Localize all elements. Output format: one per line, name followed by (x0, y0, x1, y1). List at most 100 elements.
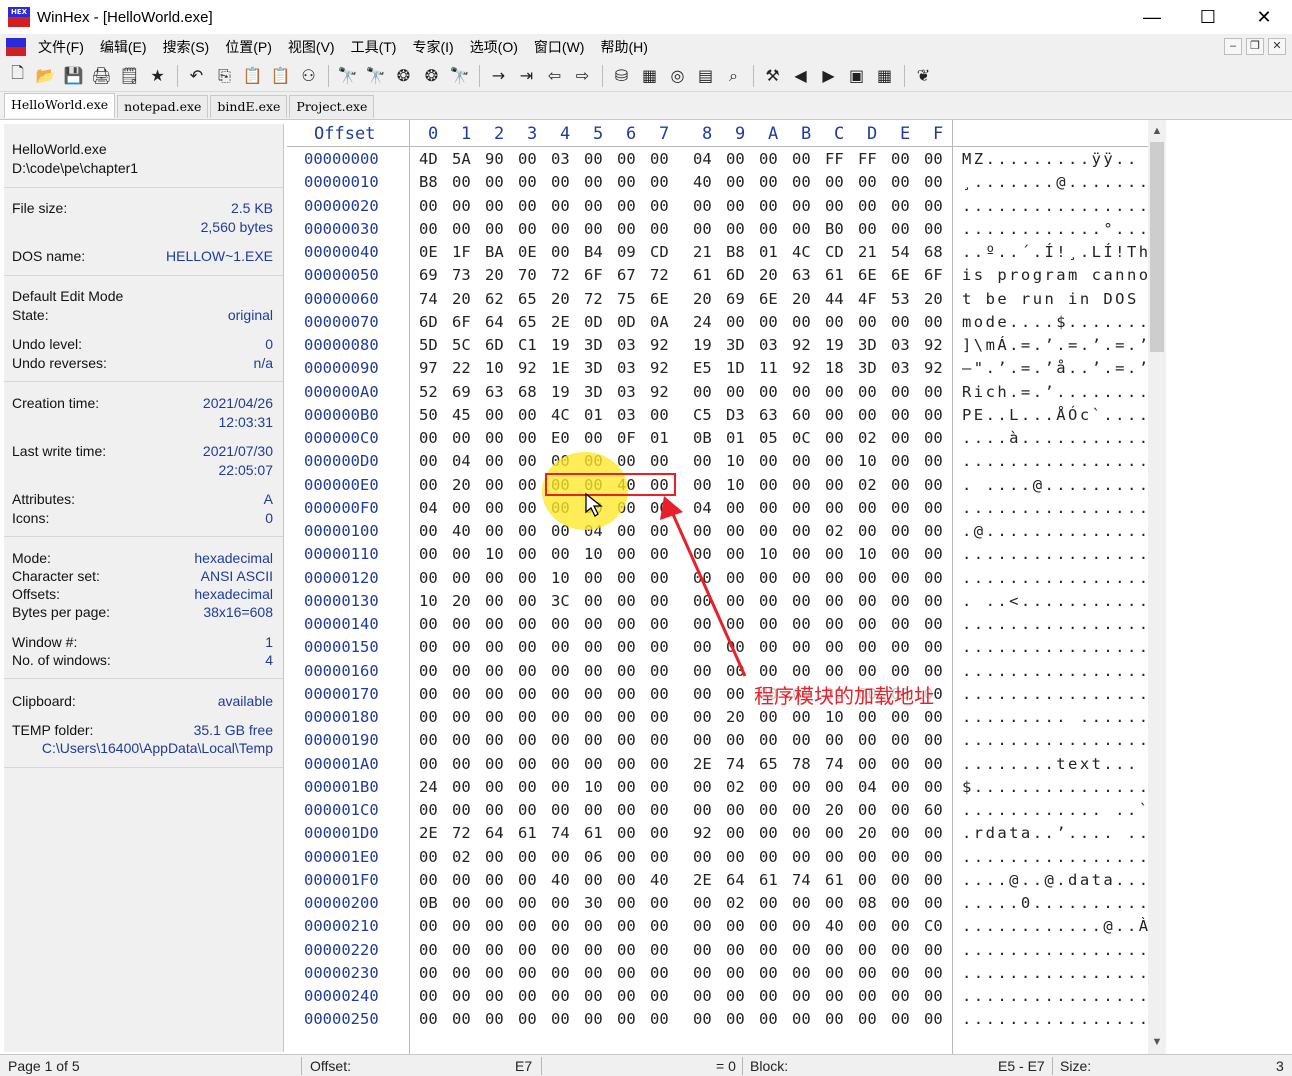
minimize-button[interactable]: — (1124, 0, 1180, 34)
hex-byte[interactable]: 00 (617, 778, 636, 796)
hex-byte[interactable]: 1F (452, 243, 471, 261)
replace-text-icon[interactable]: ❂ (392, 64, 415, 88)
hex-byte[interactable]: 00 (825, 406, 844, 424)
hex-byte[interactable]: 00 (759, 197, 778, 215)
hex-byte[interactable]: 00 (617, 871, 636, 889)
hex-byte[interactable]: B8 (726, 243, 745, 261)
hex-byte[interactable]: 00 (551, 243, 570, 261)
hex-byte[interactable]: 20 (924, 290, 943, 308)
print-icon[interactable]: 🖨 (90, 64, 113, 88)
hex-byte[interactable]: 00 (759, 150, 778, 168)
hex-byte[interactable]: 00 (792, 383, 811, 401)
hex-byte[interactable]: 04 (419, 499, 438, 517)
hex-byte[interactable]: 6F (924, 266, 943, 284)
hex-byte[interactable]: 00 (617, 1010, 636, 1028)
hex-byte[interactable]: 00 (485, 615, 504, 633)
hex-byte[interactable]: 00 (452, 429, 471, 447)
hex-byte[interactable]: 00 (518, 220, 537, 238)
hex-byte[interactable]: 00 (759, 313, 778, 331)
hex-byte[interactable]: 24 (693, 313, 712, 331)
hex-byte[interactable]: 61 (825, 871, 844, 889)
hex-byte[interactable]: 03 (617, 336, 636, 354)
hex-byte[interactable]: 00 (617, 964, 636, 982)
hex-byte[interactable]: 00 (891, 197, 910, 215)
hex-byte[interactable]: 00 (759, 638, 778, 656)
ascii-text[interactable]: ................ (962, 638, 1151, 656)
hex-byte[interactable]: 00 (551, 917, 570, 935)
hex-byte[interactable]: 00 (792, 545, 811, 563)
hex-byte[interactable]: 40 (650, 871, 669, 889)
hex-byte[interactable]: 78 (792, 755, 811, 773)
hex-byte[interactable]: 61 (759, 871, 778, 889)
hex-byte[interactable]: 00 (650, 824, 669, 842)
hex-byte[interactable]: 6E (650, 290, 669, 308)
menu-position[interactable]: 位置(P) (217, 34, 280, 60)
convert-icon[interactable]: ⚇ (297, 64, 320, 88)
scroll-up-icon[interactable]: ▲ (1148, 122, 1166, 140)
hex-byte[interactable]: 00 (858, 917, 877, 935)
hex-byte[interactable]: 04 (452, 452, 471, 470)
hex-byte[interactable]: 00 (891, 987, 910, 1005)
hex-byte[interactable]: 73 (452, 266, 471, 284)
hex-byte[interactable]: 40 (452, 522, 471, 540)
hex-byte[interactable]: 00 (452, 499, 471, 517)
hex-byte[interactable]: 20 (693, 290, 712, 308)
ascii-text[interactable]: ................ (962, 941, 1151, 959)
hex-byte[interactable]: 00 (825, 731, 844, 749)
hex-byte[interactable]: 65 (518, 313, 537, 331)
hex-byte[interactable]: 62 (485, 290, 504, 308)
hex-byte[interactable]: 00 (419, 545, 438, 563)
hex-byte[interactable]: 00 (825, 452, 844, 470)
find-next-icon[interactable]: 🔭 (448, 64, 471, 88)
hex-byte[interactable]: 00 (419, 685, 438, 703)
hex-byte[interactable]: 00 (858, 220, 877, 238)
ascii-text[interactable]: ................ (962, 1010, 1151, 1028)
hex-byte[interactable]: 00 (726, 522, 745, 540)
hex-byte[interactable]: 00 (584, 150, 603, 168)
hex-byte[interactable]: 00 (452, 917, 471, 935)
hex-byte[interactable]: 00 (858, 755, 877, 773)
hex-byte[interactable]: 00 (858, 383, 877, 401)
ascii-text[interactable]: ................ (962, 197, 1151, 215)
hex-byte[interactable]: 6E (891, 266, 910, 284)
hex-byte[interactable]: 00 (759, 964, 778, 982)
hex-byte[interactable]: 00 (518, 731, 537, 749)
hex-byte[interactable]: 10 (584, 545, 603, 563)
hex-byte[interactable]: 2E (693, 871, 712, 889)
disk-tools-icon[interactable]: ◎ (666, 64, 689, 88)
hex-byte[interactable]: 92 (650, 383, 669, 401)
ascii-text[interactable]: ................ (962, 848, 1151, 866)
hex-byte[interactable]: 00 (518, 406, 537, 424)
hex-byte[interactable]: 53 (891, 290, 910, 308)
hex-byte[interactable]: 00 (924, 383, 943, 401)
hex-byte[interactable]: 72 (551, 266, 570, 284)
hex-byte[interactable]: 00 (584, 429, 603, 447)
hex-byte[interactable]: 00 (584, 755, 603, 773)
hex-byte[interactable]: 10 (485, 359, 504, 377)
hex-byte[interactable]: 00 (419, 476, 438, 494)
hex-byte[interactable]: 20 (726, 708, 745, 726)
hex-byte[interactable]: 00 (485, 685, 504, 703)
hex-byte[interactable]: 00 (518, 964, 537, 982)
hex-byte[interactable]: 00 (650, 150, 669, 168)
hex-byte[interactable]: 00 (891, 871, 910, 889)
hex-byte[interactable]: 00 (759, 824, 778, 842)
hex-byte[interactable]: 00 (485, 173, 504, 191)
hex-byte[interactable]: 00 (825, 987, 844, 1005)
hex-byte[interactable]: 02 (452, 848, 471, 866)
doc-close-button[interactable]: ✕ (1268, 38, 1286, 55)
hex-byte[interactable]: 00 (518, 615, 537, 633)
hex-byte[interactable]: 00 (650, 452, 669, 470)
hex-byte[interactable]: 5C (452, 336, 471, 354)
hex-byte[interactable]: 00 (452, 569, 471, 587)
hex-byte[interactable]: 00 (518, 197, 537, 215)
hex-byte[interactable]: 69 (419, 266, 438, 284)
hex-byte[interactable]: 00 (792, 499, 811, 517)
hex-byte[interactable]: 00 (693, 685, 712, 703)
hex-byte[interactable]: 00 (891, 755, 910, 773)
back-icon[interactable]: ⇦ (543, 64, 566, 88)
hex-byte[interactable]: 00 (891, 499, 910, 517)
hex-byte[interactable]: 00 (551, 685, 570, 703)
hex-byte[interactable]: 00 (693, 197, 712, 215)
help-icon[interactable]: ❦ (912, 64, 935, 88)
